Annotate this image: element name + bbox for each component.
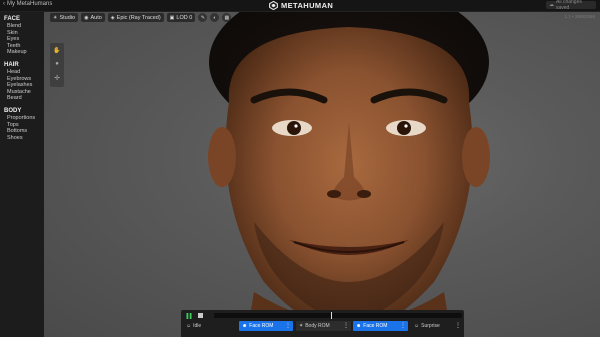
face-icon: ☻ (242, 323, 248, 329)
timeline-scrubber[interactable] (214, 312, 462, 319)
chevron-left-icon: ‹ (3, 1, 5, 7)
light-icon: ☀ (53, 14, 58, 21)
render-quality-button[interactable]: ◈ Epic (Ray Traced) (107, 13, 164, 22)
stop-icon (198, 313, 203, 318)
sidebar-item-eyelashes[interactable]: Eyelashes (7, 82, 44, 89)
studio-lighting-button[interactable]: ☀ Studio (50, 13, 79, 22)
sidebar-group-title: FACE (4, 16, 21, 22)
grid-icon: ▦ (224, 14, 230, 21)
sidebar-group-title: HAIR (4, 61, 19, 68)
sidebar-item-mustache[interactable]: Mustache (7, 89, 44, 96)
clip-label: Face ROM (249, 323, 274, 329)
auto-camera-button[interactable]: ◉ Auto (81, 13, 105, 22)
sidebar-group-face: FACE Blend Skin Eyes Teeth Makeup (4, 16, 44, 56)
sidebar-item-makeup[interactable]: Makeup (7, 49, 44, 56)
zoom-tool-button[interactable]: ✛ (50, 71, 64, 85)
quality-icon: ◈ (110, 14, 115, 21)
camera-icon: ◉ (84, 14, 89, 21)
more-icon[interactable]: ⋮ (285, 321, 291, 331)
clip-face-rom-2[interactable]: ☻ Face ROM ⋮ (353, 321, 408, 331)
top-bar: ‹ My MetaHumans METAHUMAN ☁ All changes … (0, 0, 600, 12)
clip-face-rom-1[interactable]: ☻ Face ROM ⋮ (239, 321, 293, 331)
sidebar-item-skin[interactable]: Skin (7, 30, 44, 37)
pencil-icon: ✎ (200, 14, 205, 21)
more-icon[interactable]: ⋮ (343, 321, 349, 331)
sidebar-group-body: BODY Proportions Tops Bottoms Shoes (4, 108, 44, 141)
playhead[interactable] (330, 312, 332, 319)
sidebar-group-title: BODY (4, 107, 22, 114)
hand-icon: ✋ (53, 47, 61, 54)
animation-clips: ☺ Idle ☻ Face ROM ⋮ ✶ Body ROM ⋮ ☻ Face … (181, 321, 464, 331)
rotate-tool-button[interactable]: ● (50, 57, 64, 71)
app-title: METAHUMAN (281, 1, 334, 10)
sidebar: FACE Blend Skin Eyes Teeth Makeup HAIR H… (0, 12, 44, 337)
stop-button[interactable] (196, 312, 205, 319)
version-label: 1.1 • 38682568 (564, 14, 595, 19)
clip-label: Surprise (421, 323, 440, 329)
clip-idle[interactable]: ☺ Idle (183, 321, 236, 331)
user-icon: ☺ (414, 323, 420, 329)
sidebar-item-shoes[interactable]: Shoes (7, 135, 44, 142)
viewport-toolbar: ☀ Studio ◉ Auto ◈ Epic (Ray Traced) ▣ LO… (50, 13, 232, 22)
sidebar-item-eyebrows[interactable]: Eyebrows (7, 76, 44, 83)
sidebar-group-hair: HAIR Head Eyebrows Eyelashes Mustache Be… (4, 62, 44, 102)
face-icon: ☻ (356, 323, 362, 329)
pause-button[interactable] (184, 312, 193, 319)
clip-surprise[interactable]: ☺ Surprise ⋮ (411, 321, 463, 331)
app-logo: METAHUMAN (269, 0, 333, 11)
clip-label: Face ROM (363, 323, 388, 329)
edit-tool-button[interactable]: ✎ (198, 13, 208, 22)
sidebar-item-eyes[interactable]: Eyes (7, 36, 44, 43)
save-status: ☁ All changes saved (546, 0, 596, 11)
sidebar-item-teeth[interactable]: Teeth (7, 43, 44, 50)
more-icon[interactable]: ⋮ (455, 321, 461, 331)
lod-icon: ▣ (169, 14, 175, 21)
more-icon[interactable]: ⋮ (400, 321, 406, 331)
metahuman-logo-icon (269, 1, 278, 10)
auto-label: Auto (90, 14, 102, 21)
character-viewport[interactable] (44, 12, 600, 337)
sidebar-item-tops[interactable]: Tops (7, 122, 44, 129)
save-status-text: All changes saved (556, 0, 582, 11)
character-face-render (208, 12, 490, 337)
body-icon: ✶ (299, 323, 304, 329)
sidebar-item-proportions[interactable]: Proportions (7, 115, 44, 122)
clip-body-rom[interactable]: ✶ Body ROM ⋮ (296, 321, 351, 331)
quality-label: Epic (Ray Traced) (116, 14, 161, 21)
sidebar-item-head[interactable]: Head (7, 69, 44, 76)
back-to-metahumans-link[interactable]: ‹ My MetaHumans (3, 1, 52, 7)
camera-tools: ✋ ● ✛ (50, 43, 64, 87)
rotate-icon: ● (55, 61, 59, 67)
pan-tool-button[interactable]: ✋ (50, 43, 64, 57)
sidebar-item-bottoms[interactable]: Bottoms (7, 128, 44, 135)
sidebar-item-beard[interactable]: Beard (7, 95, 44, 102)
clip-label: Idle (193, 323, 202, 329)
move-icon: ✛ (54, 75, 60, 82)
clip-label: Body ROM (305, 323, 330, 329)
lod-label: LOD 0 (176, 14, 193, 21)
back-label: My MetaHumans (7, 1, 53, 7)
user-icon: ☺ (186, 323, 192, 329)
lod-button[interactable]: ▣ LOD 0 (166, 13, 196, 22)
cloud-check-icon: ☁ (549, 2, 554, 8)
view-options-button[interactable]: ▦ (222, 13, 232, 22)
orbit-icon: ◐ (213, 14, 217, 21)
sidebar-item-blend[interactable]: Blend (7, 23, 44, 30)
studio-label: Studio (59, 14, 76, 21)
pause-icon (186, 312, 191, 319)
camera-orbit-button[interactable]: ◐ (210, 13, 220, 22)
